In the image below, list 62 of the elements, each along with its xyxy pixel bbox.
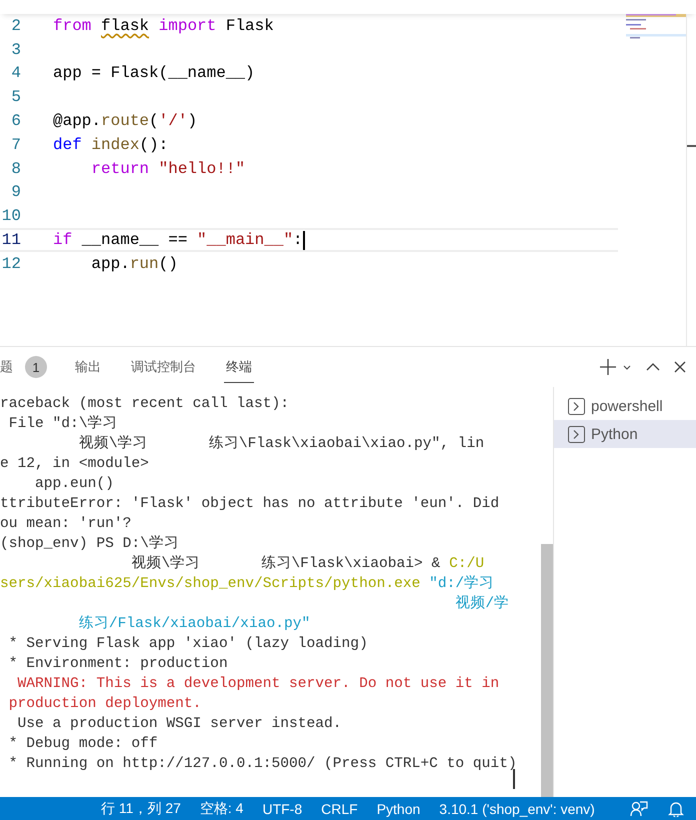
line-number: 5 — [10, 88, 21, 106]
code-line: return "hello!!" — [90, 160, 246, 178]
panel-tab[interactable]: 调试控制台 — [129, 352, 198, 382]
line-number: 8 — [10, 160, 21, 178]
terminal-line: * Environment: production — [8, 655, 229, 674]
line-number: 10 — [0, 207, 21, 226]
line-number: 12 — [0, 254, 21, 273]
new-terminal-icon[interactable] — [600, 358, 632, 376]
terminal-line: Use a production WSGI server instead. — [16, 715, 343, 734]
status-item[interactable]: 3.10.1 ('shop_env': venv) — [433, 800, 601, 816]
minimap-drawing[interactable] — [626, 14, 686, 40]
code-line: from flask import Flask — [53, 16, 274, 35]
panel-tab[interactable]: 输出 — [73, 352, 103, 382]
terminal-icon — [568, 398, 585, 414]
close-icon[interactable] — [674, 361, 686, 373]
status-item[interactable]: 行 11，列 27 — [95, 800, 187, 818]
line-number: 11 — [0, 231, 21, 250]
terminal-list-item[interactable]: Python — [554, 420, 696, 448]
code-line: if __name__ == "__main__": — [53, 231, 303, 250]
terminal-line: 视频\学习 练习\Flask\xiaobai> & C:/U — [130, 554, 486, 574]
line-number: 9 — [10, 183, 21, 202]
terminal-line: 练习/Flask/xiaobai/xiao.py" — [78, 614, 312, 634]
code-line: app = Flask(__name__) — [53, 64, 255, 82]
scrollbar-thumb[interactable] — [541, 544, 553, 797]
code-line: app.run() — [90, 254, 178, 273]
line-number: 6 — [10, 112, 21, 130]
line-number: 4 — [10, 64, 21, 82]
terminal-list-item[interactable]: powershell — [554, 392, 696, 420]
line-number: 7 — [10, 136, 21, 154]
feedback-icon[interactable] — [630, 800, 648, 816]
terminal-line: * Serving Flask app 'xiao' (lazy loading) — [8, 635, 369, 654]
line-number: 3 — [10, 40, 21, 59]
code-line: def index(): — [53, 136, 168, 154]
count-badge: 1 — [25, 356, 47, 378]
terminal-line: ou mean: 'run'? — [0, 515, 132, 534]
terminal-line: File "d:\学习 — [8, 414, 119, 434]
terminal-icon — [568, 426, 585, 442]
terminal-cursor — [513, 769, 515, 789]
chevron-up-icon[interactable] — [646, 362, 660, 372]
terminal-line: * Debug mode: off — [8, 735, 159, 754]
status-item[interactable]: 空格: 4 — [194, 800, 250, 818]
status-item[interactable]: Python — [370, 800, 426, 816]
panel-tab[interactable]: 题 — [0, 352, 15, 382]
bell-icon[interactable] — [668, 800, 684, 816]
panel-tab[interactable]: 终端 — [224, 352, 254, 382]
terminal-line: production deployment. — [8, 695, 202, 714]
terminal-line: raceback (most recent call last): — [0, 395, 290, 414]
status-item[interactable]: UTF-8 — [256, 800, 308, 816]
terminal-line: WARNING: This is a development server. Do not use it in — [16, 675, 500, 694]
terminal-line: 视频/学 — [454, 594, 510, 614]
terminal-line: (shop_env) PS D:\学习 — [0, 534, 180, 554]
scroll-position-marker — [687, 145, 696, 147]
terminal-line: ttributeError: 'Flask' object has no attribute 'eun'. Did — [0, 495, 500, 514]
status-item[interactable]: CRLF — [315, 800, 364, 816]
terminal-line: e 12, in <module> — [0, 455, 150, 474]
terminal-line: 视频\学习 练习\Flask\xiaobai\xiao.py", lin — [78, 434, 486, 454]
text-cursor — [302, 230, 305, 250]
terminal-line: sers/xiaobai625/Envs/shop_env/Scripts/python.exe "d:/学习 — [0, 574, 496, 594]
line-number: 2 — [10, 16, 21, 35]
terminal-line: app.eun() — [34, 475, 115, 494]
code-line: @app.route('/') — [53, 112, 198, 130]
terminal-line: * Running on http://127.0.0.1:5000/ (Press CTRL+C to quit) — [8, 755, 518, 774]
